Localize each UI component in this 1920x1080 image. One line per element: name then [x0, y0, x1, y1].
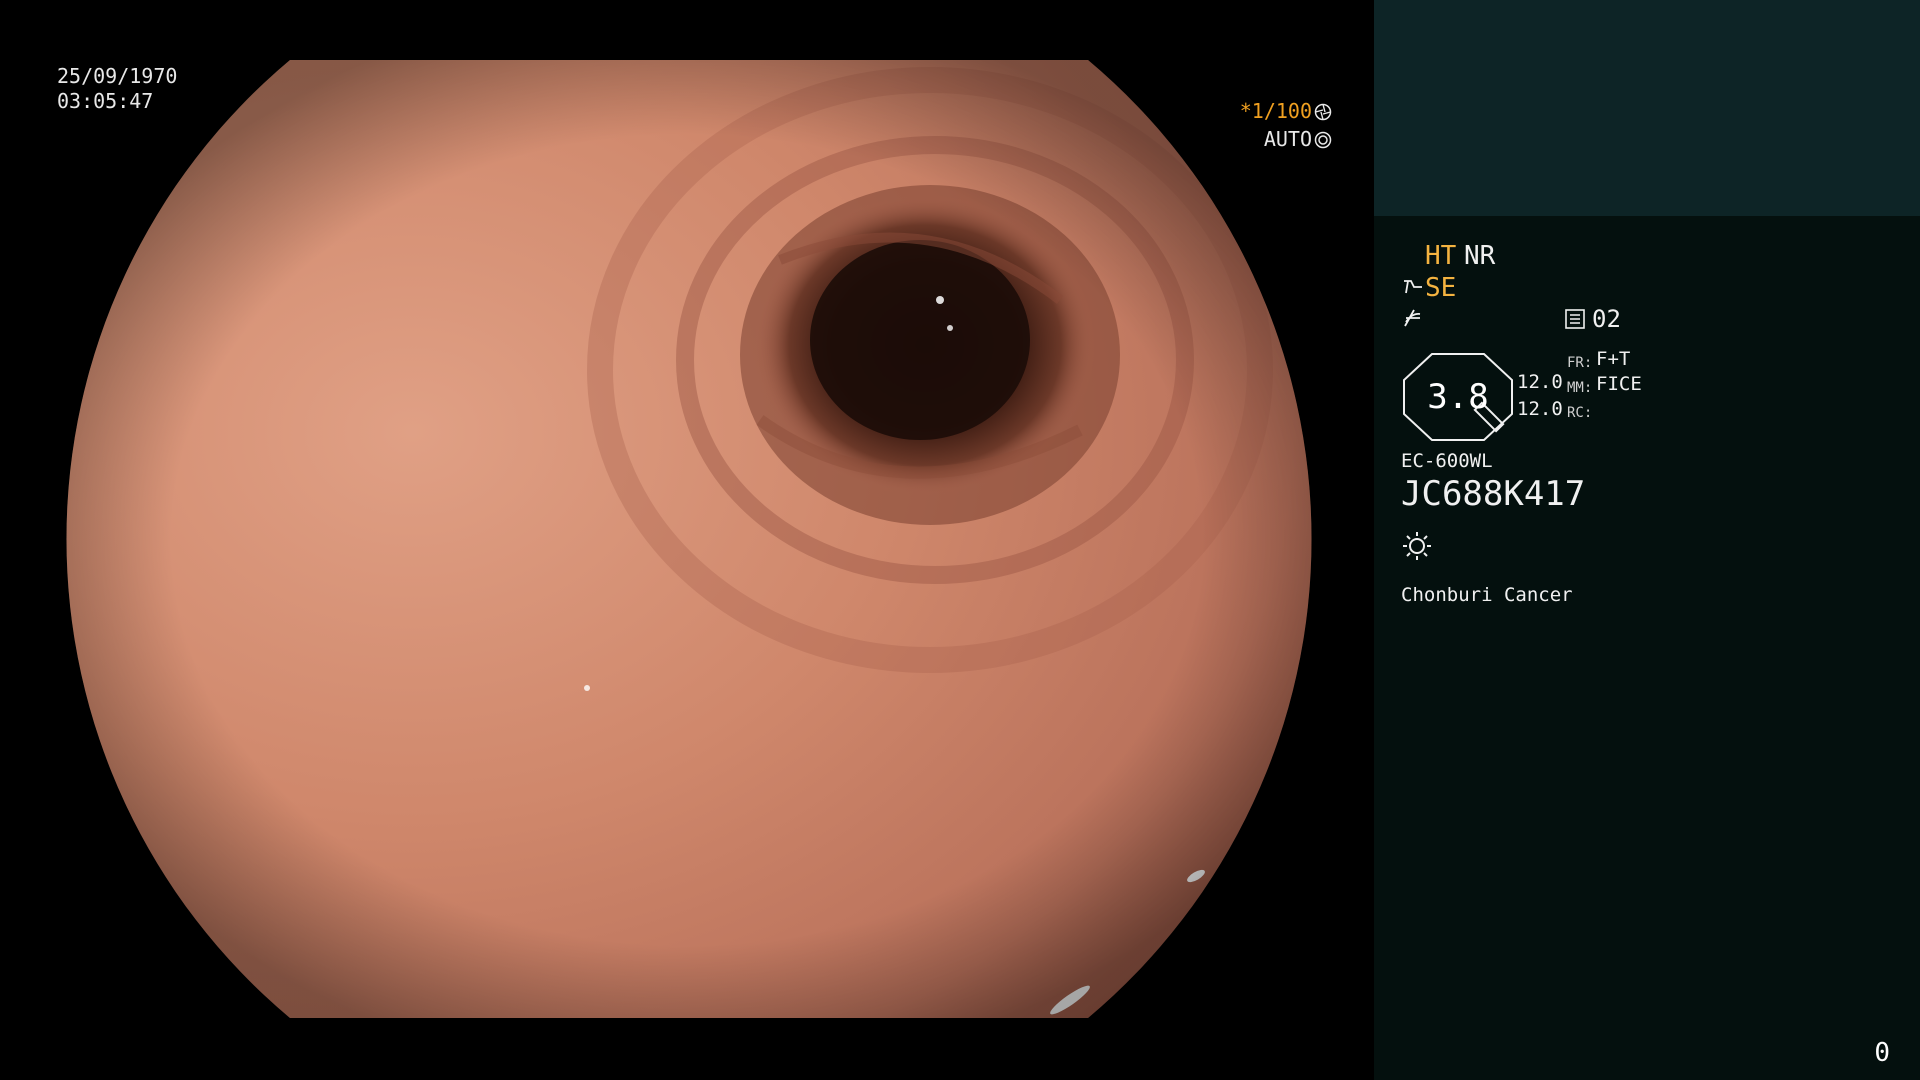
exam-time: 03:05:47 — [57, 89, 154, 113]
aperture-icon — [1314, 103, 1332, 121]
structure-enhance-icon — [1404, 280, 1422, 294]
left-value-1: 12.0 — [1517, 371, 1563, 393]
iris-value: 3.8 — [1427, 377, 1489, 417]
memory-card-icon — [1565, 309, 1585, 329]
endoscopic-image — [66, 60, 1312, 1018]
iris-mode: AUTO — [1264, 127, 1332, 151]
shutter-speed-value: *1/100 — [1239, 99, 1312, 123]
patient-info-area — [1374, 0, 1920, 216]
hue-tone-indicator: HT — [1425, 241, 1457, 271]
exam-date: 25/09/1970 — [57, 64, 178, 88]
fr-value: F+T — [1596, 348, 1631, 370]
light-sun-icon — [1403, 532, 1431, 560]
scope-serial: JC688K417 — [1401, 474, 1586, 514]
mm-value: FICE — [1596, 373, 1642, 395]
noise-reduction-indicator: NR — [1464, 241, 1496, 271]
structure-enhance-indicator: SE — [1425, 273, 1457, 303]
rc-label: RC: — [1567, 405, 1593, 421]
left-value-2: 12.0 — [1517, 398, 1563, 420]
endoscopy-viewer: 25/09/1970 03:05:47 *1/100 AUTO — [0, 0, 1374, 1080]
iris-mode-icon — [1314, 131, 1332, 149]
institution-name: Chonburi Cancer — [1401, 584, 1573, 606]
memory-value: 02 — [1592, 305, 1621, 333]
iris-level-indicator: 3.8 — [1402, 352, 1514, 442]
iris-mode-value: AUTO — [1263, 127, 1312, 151]
info-panel: HT NR SE 02 3.8 12.0 12.0 FR: F+T MM: FI… — [1374, 0, 1920, 1080]
gamma-curve-icon — [1404, 309, 1421, 327]
mm-label: MM: — [1567, 380, 1593, 396]
fr-label: FR: — [1567, 355, 1593, 371]
shutter-speed: *1/100 — [1240, 99, 1332, 123]
frame-counter: 0 — [1874, 1038, 1890, 1068]
scope-model: EC-600WL — [1401, 450, 1493, 472]
